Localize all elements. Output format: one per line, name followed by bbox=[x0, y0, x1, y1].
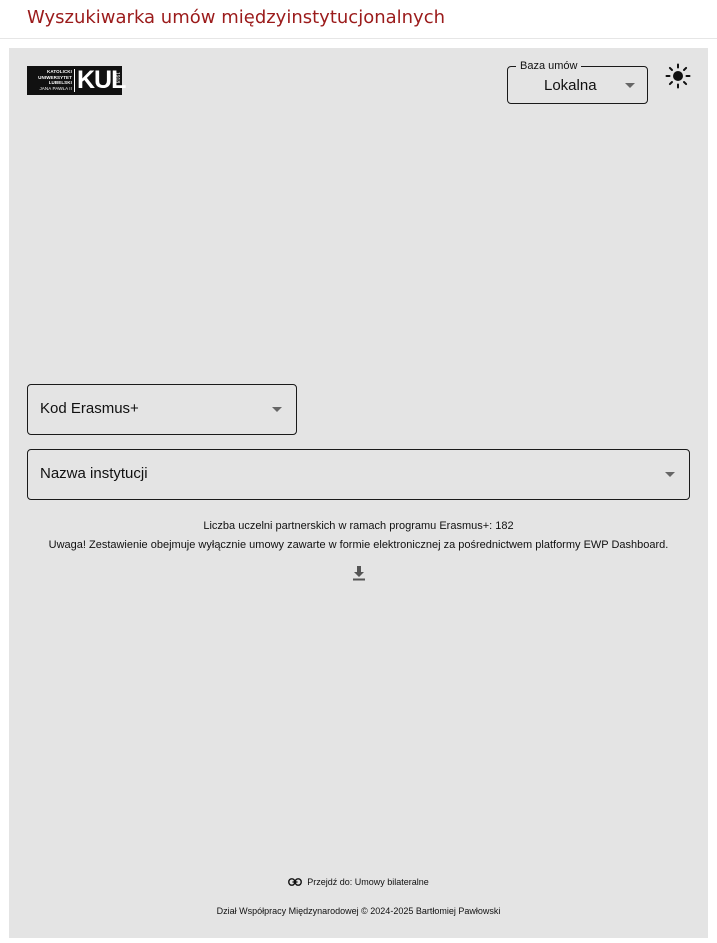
chevron-down-icon bbox=[272, 407, 282, 412]
page-header: Wyszukiwarka umów międzyinstytucjonalnyc… bbox=[0, 0, 717, 39]
app-panel: KATOLICKI UNIWERSYTET LUBELSKI JANA PAWŁ… bbox=[9, 48, 708, 938]
download-button[interactable] bbox=[350, 564, 368, 582]
erasmus-code-select[interactable]: Kod Erasmus+ bbox=[27, 384, 297, 435]
copyright-text: Dział Współpracy Międzynarodowej © 2024-… bbox=[216, 906, 501, 916]
chevron-down-icon bbox=[665, 472, 675, 477]
erasmus-code-label: Kod Erasmus+ bbox=[40, 400, 139, 417]
database-select-label: Baza umów bbox=[516, 59, 582, 73]
partner-count-text: Liczba uczelni partnerskich w ramach pro… bbox=[203, 520, 514, 532]
institution-name-select[interactable]: Nazwa instytucji bbox=[27, 449, 690, 500]
chevron-down-icon bbox=[625, 83, 635, 88]
sun-icon bbox=[665, 63, 691, 89]
bilateral-agreements-link-text: Przejdź do: Umowy bilateralne bbox=[307, 877, 429, 887]
notice-text: Uwaga! Zestawienie obejmuje wyłącznie um… bbox=[48, 539, 669, 551]
logo-university-name: KATOLICKI UNIWERSYTET LUBELSKI JANA PAWŁ… bbox=[30, 69, 72, 91]
logo-line-4: JANA PAWŁA II bbox=[39, 85, 72, 91]
logo-year: 1918 bbox=[114, 72, 120, 84]
theme-toggle-button[interactable] bbox=[665, 63, 691, 89]
logo-divider bbox=[74, 69, 75, 92]
bilateral-agreements-link[interactable]: Przejdź do: Umowy bilateralne bbox=[288, 877, 429, 887]
database-select-value: Lokalna bbox=[544, 77, 597, 94]
download-icon bbox=[353, 566, 365, 581]
kul-logo[interactable]: KATOLICKI UNIWERSYTET LUBELSKI JANA PAWŁ… bbox=[27, 66, 126, 95]
link-icon bbox=[288, 878, 303, 886]
page-title: Wyszukiwarka umów międzyinstytucjonalnyc… bbox=[27, 7, 446, 28]
footer-link-row: Przejdź do: Umowy bilateralne bbox=[9, 877, 708, 888]
database-select[interactable]: Baza umów Lokalna bbox=[507, 59, 648, 104]
institution-name-label: Nazwa instytucji bbox=[40, 465, 148, 482]
